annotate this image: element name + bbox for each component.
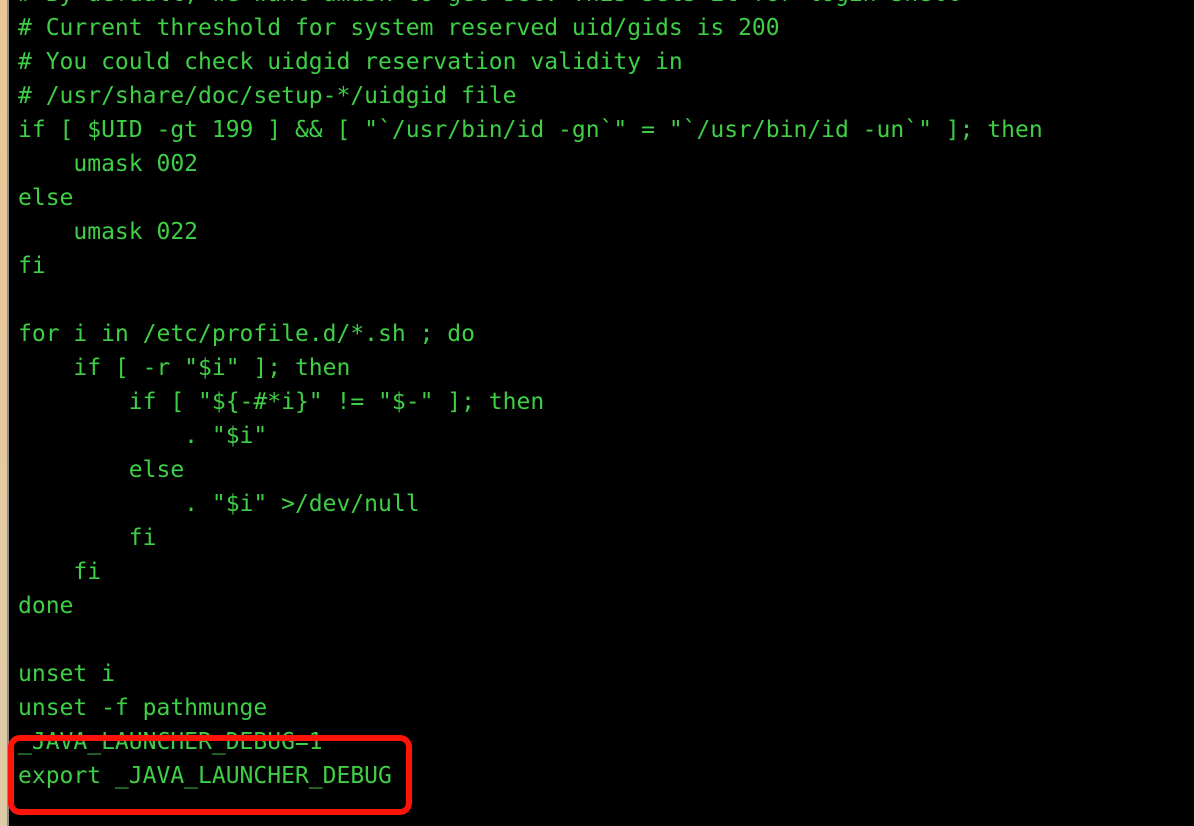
code-line: # /usr/share/doc/setup-*/uidgid file xyxy=(18,83,517,109)
terminal-text-area[interactable]: # By default, we want umask to get set. … xyxy=(9,0,1194,826)
code-line: . "$i" >/dev/null xyxy=(18,491,420,517)
code-line: for i in /etc/profile.d/*.sh ; do xyxy=(18,321,475,347)
code-line: fi xyxy=(18,525,157,551)
code-line: umask 002 xyxy=(18,151,199,177)
code-line: # You could check uidgid reservation val… xyxy=(18,49,683,75)
code-line: fi xyxy=(18,253,46,279)
code-line: else xyxy=(18,185,74,211)
code-line: unset -f pathmunge xyxy=(18,695,268,721)
code-line: done xyxy=(18,593,74,619)
code-line: if [ "${-#*i}" != "$-" ]; then xyxy=(18,389,545,415)
shell-script-code[interactable]: # By default, we want umask to get set. … xyxy=(18,0,1043,793)
window-left-edge-decoration xyxy=(0,0,7,826)
code-line: else xyxy=(18,457,185,483)
code-line: if [ -r "$i" ]; then xyxy=(18,355,351,381)
code-line: if [ $UID -gt 199 ] && [ "`/usr/bin/id -… xyxy=(18,117,1043,143)
code-line: umask 022 xyxy=(18,219,199,245)
code-line: _JAVA_LAUNCHER_DEBUG=1 xyxy=(18,729,323,755)
code-line: fi xyxy=(18,559,102,585)
code-line: # By default, we want umask to get set. … xyxy=(18,0,1043,11)
code-line: . "$i" xyxy=(18,423,268,449)
terminal-window: # By default, we want umask to get set. … xyxy=(0,0,1194,826)
code-line: # Current threshold for system reserved … xyxy=(18,15,780,41)
code-line: export _JAVA_LAUNCHER_DEBUG xyxy=(18,763,392,789)
code-line: unset i xyxy=(18,661,115,687)
